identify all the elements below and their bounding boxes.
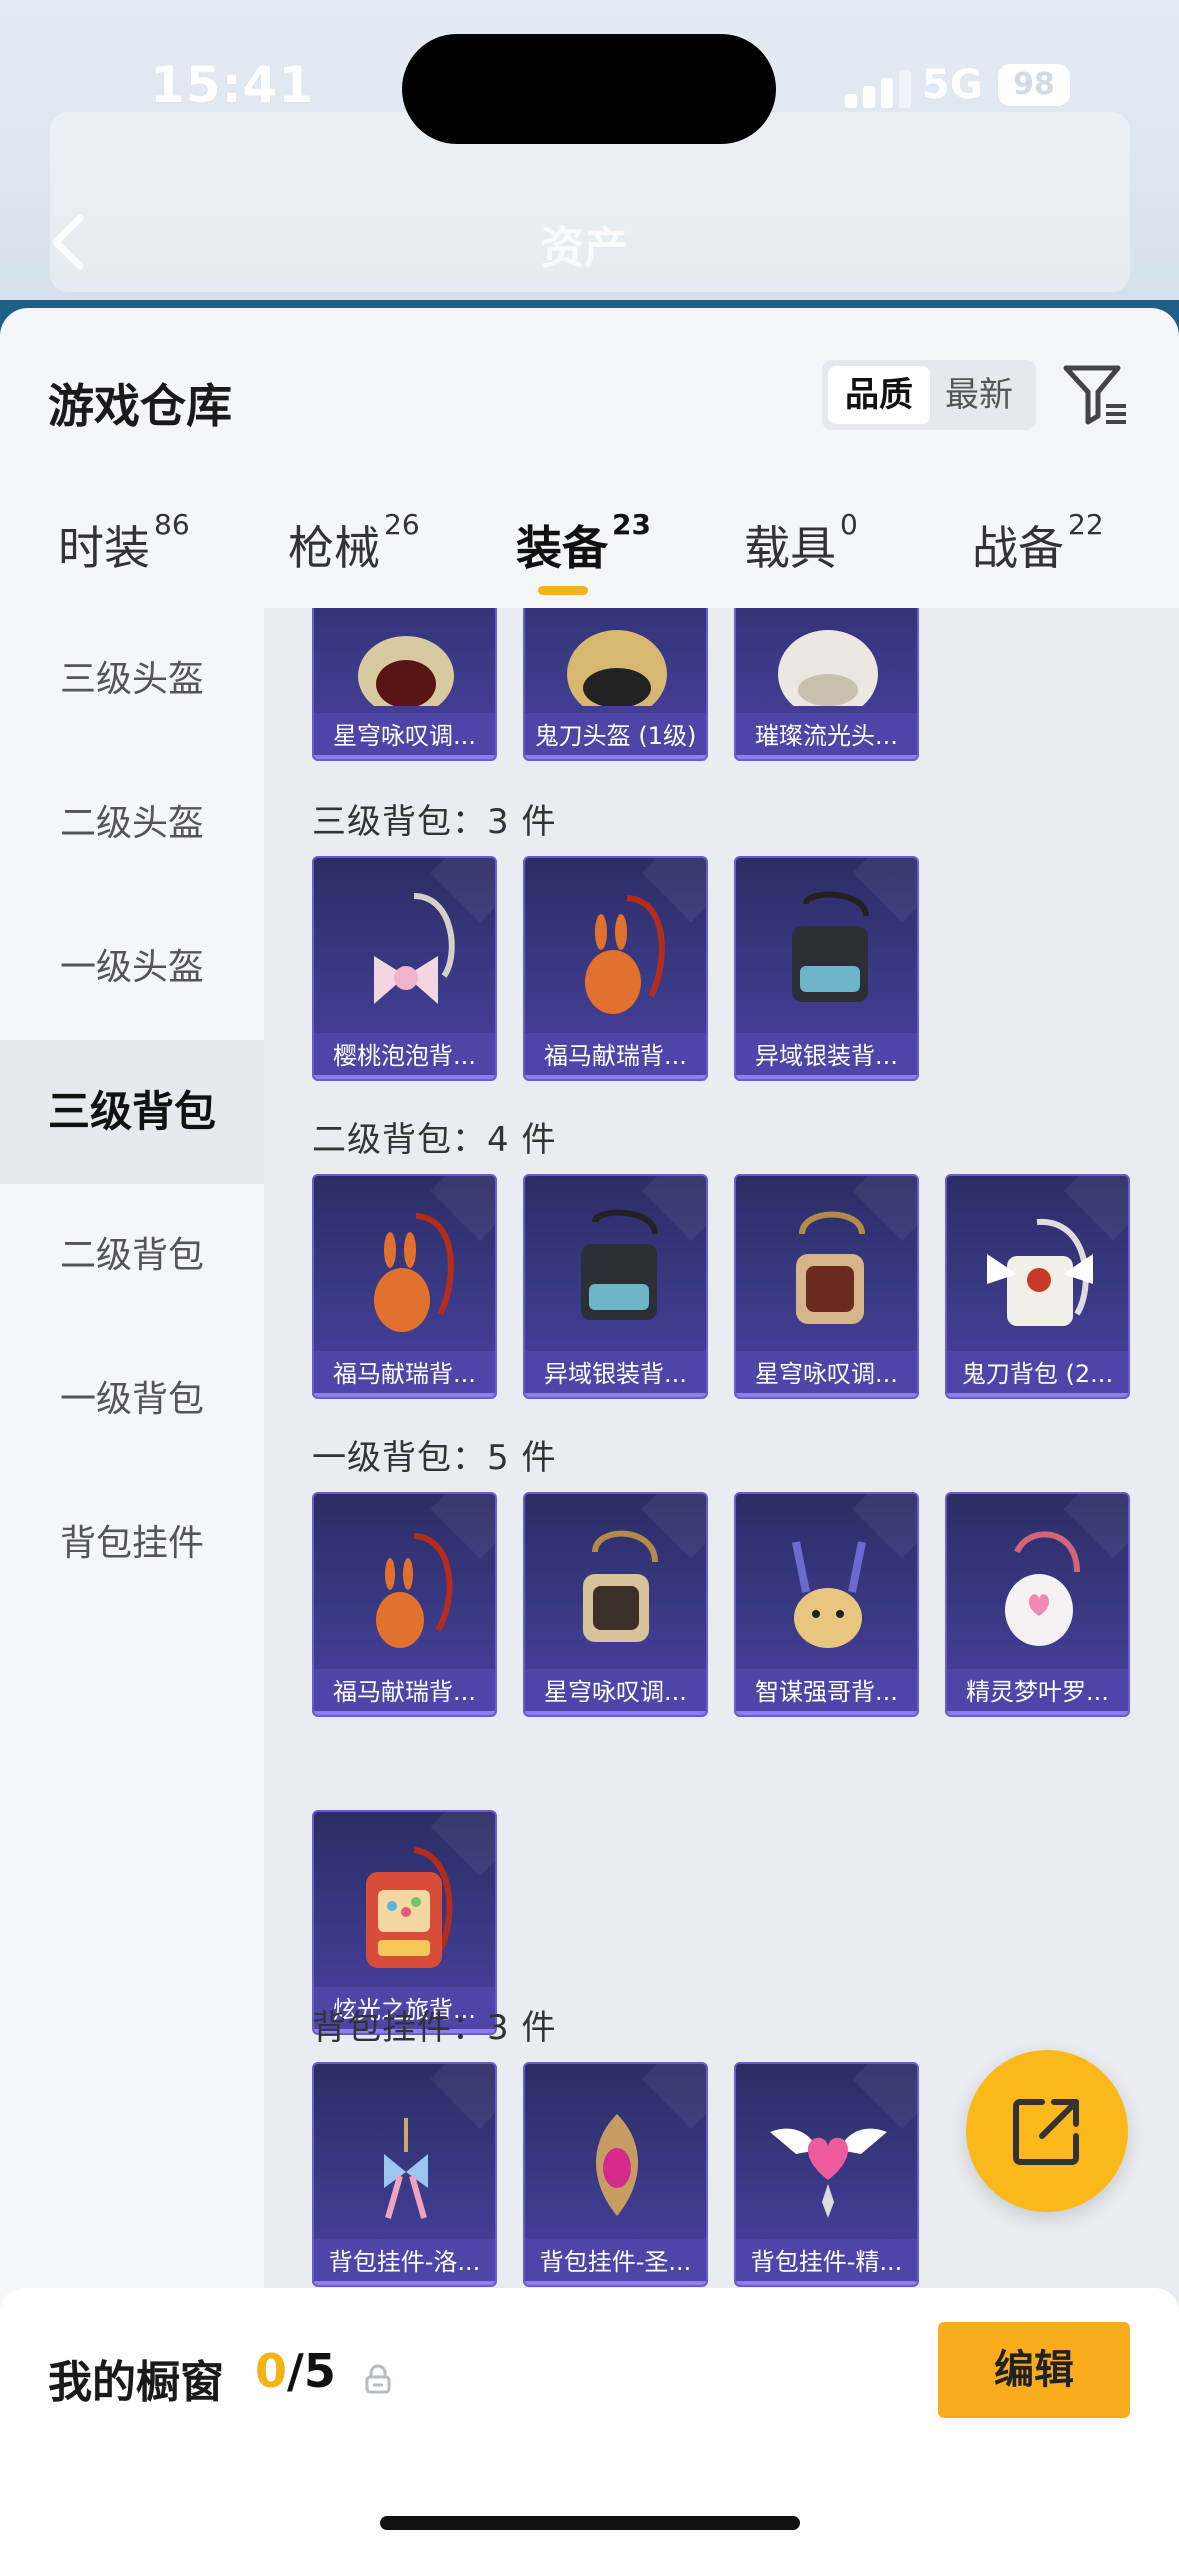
backpack-icon: [366, 1847, 453, 1968]
item-card[interactable]: 背包挂件-圣...: [523, 2062, 708, 2287]
home-indicator: [380, 2516, 800, 2530]
item-name: 鬼刀头盔 (1级): [525, 713, 706, 759]
pendant-icon: [596, 2114, 638, 2216]
helmet-icon: [778, 630, 878, 706]
status-time: 15:41: [150, 56, 315, 114]
item-name: 星穹咏叹调...: [525, 1669, 706, 1715]
tab-fashion[interactable]: 时装 86: [58, 508, 190, 578]
item-name: 异域银装背...: [525, 1351, 706, 1397]
item-name: 背包挂件-精...: [736, 2239, 917, 2285]
sidebar: 三级头盔 二级头盔 一级头盔 三级背包 二级背包 一级背包 背包挂件: [0, 608, 264, 2556]
item-name: 福马献瑞背...: [314, 1669, 495, 1715]
item-card[interactable]: 璀璨流光头...: [734, 608, 919, 761]
sidebar-item-bag-1[interactable]: 一级背包: [0, 1328, 264, 1472]
share-icon: [1013, 2099, 1079, 2165]
helmet-icon: [358, 636, 454, 706]
item-name: 智谋强哥背...: [736, 1669, 917, 1715]
sheet-title: 游戏仓库: [48, 379, 232, 433]
lock-icon: [365, 2364, 391, 2394]
sidebar-item-bag-2[interactable]: 二级背包: [0, 1184, 264, 1328]
backpack-icon: [1005, 1531, 1080, 1646]
item-card[interactable]: 背包挂件-精...: [734, 2062, 919, 2287]
helmet-icon: [567, 630, 667, 706]
warehouse-sheet: 游戏仓库 品质 最新 时装 86 枪械 26 装备 23 载具 0 战备 22 三级头盔 …: [0, 308, 1179, 2556]
backpack-icon: [796, 1211, 865, 1324]
category-tabs: 时装 86 枪械 26 装备 23 载具 0 战备 22: [0, 498, 1179, 608]
tab-supplies[interactable]: 战备 22: [972, 508, 1104, 578]
item-card[interactable]: 福马献瑞背...: [312, 1492, 497, 1717]
filter-icon[interactable]: [1060, 358, 1130, 428]
backpack-icon: [581, 1209, 658, 1320]
backpack-icon: [585, 895, 665, 1014]
showcase-title: 我的橱窗: [48, 2357, 224, 2408]
sort-toggle: 品质 最新: [822, 360, 1036, 430]
backpack-icon: [374, 1213, 454, 1332]
backpack-icon: [792, 891, 869, 1002]
sort-quality[interactable]: 品质: [828, 366, 930, 424]
network-type: 5G: [922, 62, 983, 108]
showcase-total: /5: [287, 2344, 336, 2398]
battery-indicator: 98: [998, 64, 1070, 106]
item-card[interactable]: 背包挂件-洛...: [312, 2062, 497, 2287]
item-name: 璀璨流光头...: [736, 713, 917, 759]
item-name: 背包挂件-圣...: [525, 2239, 706, 2285]
showcase-count: 0/5: [255, 2344, 336, 2398]
pendant-icon: [770, 2128, 887, 2218]
tab-guns[interactable]: 枪械 26: [288, 508, 420, 578]
dynamic-island: [402, 34, 776, 144]
item-card[interactable]: 异域银装背...: [734, 856, 919, 1081]
item-name: 福马献瑞背...: [525, 1033, 706, 1079]
sidebar-item-helmet-2[interactable]: 二级头盔: [0, 752, 264, 896]
group-title: 三级背包：3 件: [312, 802, 557, 842]
backpack-icon: [792, 1541, 866, 1648]
item-card[interactable]: 鬼刀头盔 (1级): [523, 608, 708, 761]
showcase-bar: 我的橱窗 0/5 编辑: [0, 2288, 1179, 2556]
item-name: 鬼刀背包 (2...: [947, 1351, 1128, 1397]
item-card[interactable]: 鬼刀背包 (2...: [945, 1174, 1130, 1399]
backpack-icon: [987, 1218, 1093, 1326]
share-button[interactable]: [966, 2050, 1128, 2212]
header-title: 资产: [540, 223, 628, 274]
item-card[interactable]: 福马献瑞背...: [312, 1174, 497, 1399]
signal-icon: [845, 70, 915, 108]
sort-latest[interactable]: 最新: [928, 366, 1030, 424]
edit-button[interactable]: 编辑: [938, 2322, 1130, 2418]
group-title: 一级背包：5 件: [312, 1438, 557, 1478]
item-name: 福马献瑞背...: [314, 1351, 495, 1397]
tab-equipment[interactable]: 装备 23: [516, 508, 651, 578]
item-name: 樱桃泡泡背...: [314, 1033, 495, 1079]
item-card[interactable]: 星穹咏叹调...: [523, 1492, 708, 1717]
sidebar-item-helmet-3[interactable]: 三级头盔: [0, 608, 264, 752]
tab-vehicles[interactable]: 载具 0: [744, 508, 858, 578]
item-grid: 星穹咏叹调... 鬼刀头盔 (1级) 璀璨流光头... 三级背包：3 件 樱桃泡…: [264, 608, 1179, 2556]
group-title: 背包挂件：3 件: [312, 2008, 557, 2048]
sidebar-item-bag-3[interactable]: 三级背包: [0, 1040, 264, 1184]
pendant-icon: [384, 2118, 428, 2219]
backpack-icon: [583, 1530, 658, 1642]
item-card[interactable]: 福马献瑞背...: [523, 856, 708, 1081]
sidebar-item-helmet-1[interactable]: 一级头盔: [0, 896, 264, 1040]
item-card[interactable]: 精灵梦叶罗...: [945, 1492, 1130, 1717]
item-name: 背包挂件-洛...: [314, 2239, 495, 2285]
group-title: 二级背包：4 件: [312, 1120, 557, 1160]
back-icon[interactable]: [48, 212, 88, 272]
item-card[interactable]: 星穹咏叹调...: [312, 608, 497, 761]
showcase-current: 0: [255, 2344, 288, 2398]
backpack-icon: [376, 1533, 453, 1648]
item-name: 异域银装背...: [736, 1033, 917, 1079]
item-name: 精灵梦叶罗...: [947, 1669, 1128, 1715]
item-card[interactable]: 星穹咏叹调...: [734, 1174, 919, 1399]
active-tab-indicator: [538, 586, 588, 595]
item-name: 星穹咏叹调...: [314, 713, 495, 759]
item-name: 星穹咏叹调...: [736, 1351, 917, 1397]
item-card[interactable]: 樱桃泡泡背...: [312, 856, 497, 1081]
item-card[interactable]: 异域银装背...: [523, 1174, 708, 1399]
backpack-icon: [374, 893, 455, 1004]
sidebar-item-pendant[interactable]: 背包挂件: [0, 1472, 264, 1616]
item-card[interactable]: 智谋强哥背...: [734, 1492, 919, 1717]
